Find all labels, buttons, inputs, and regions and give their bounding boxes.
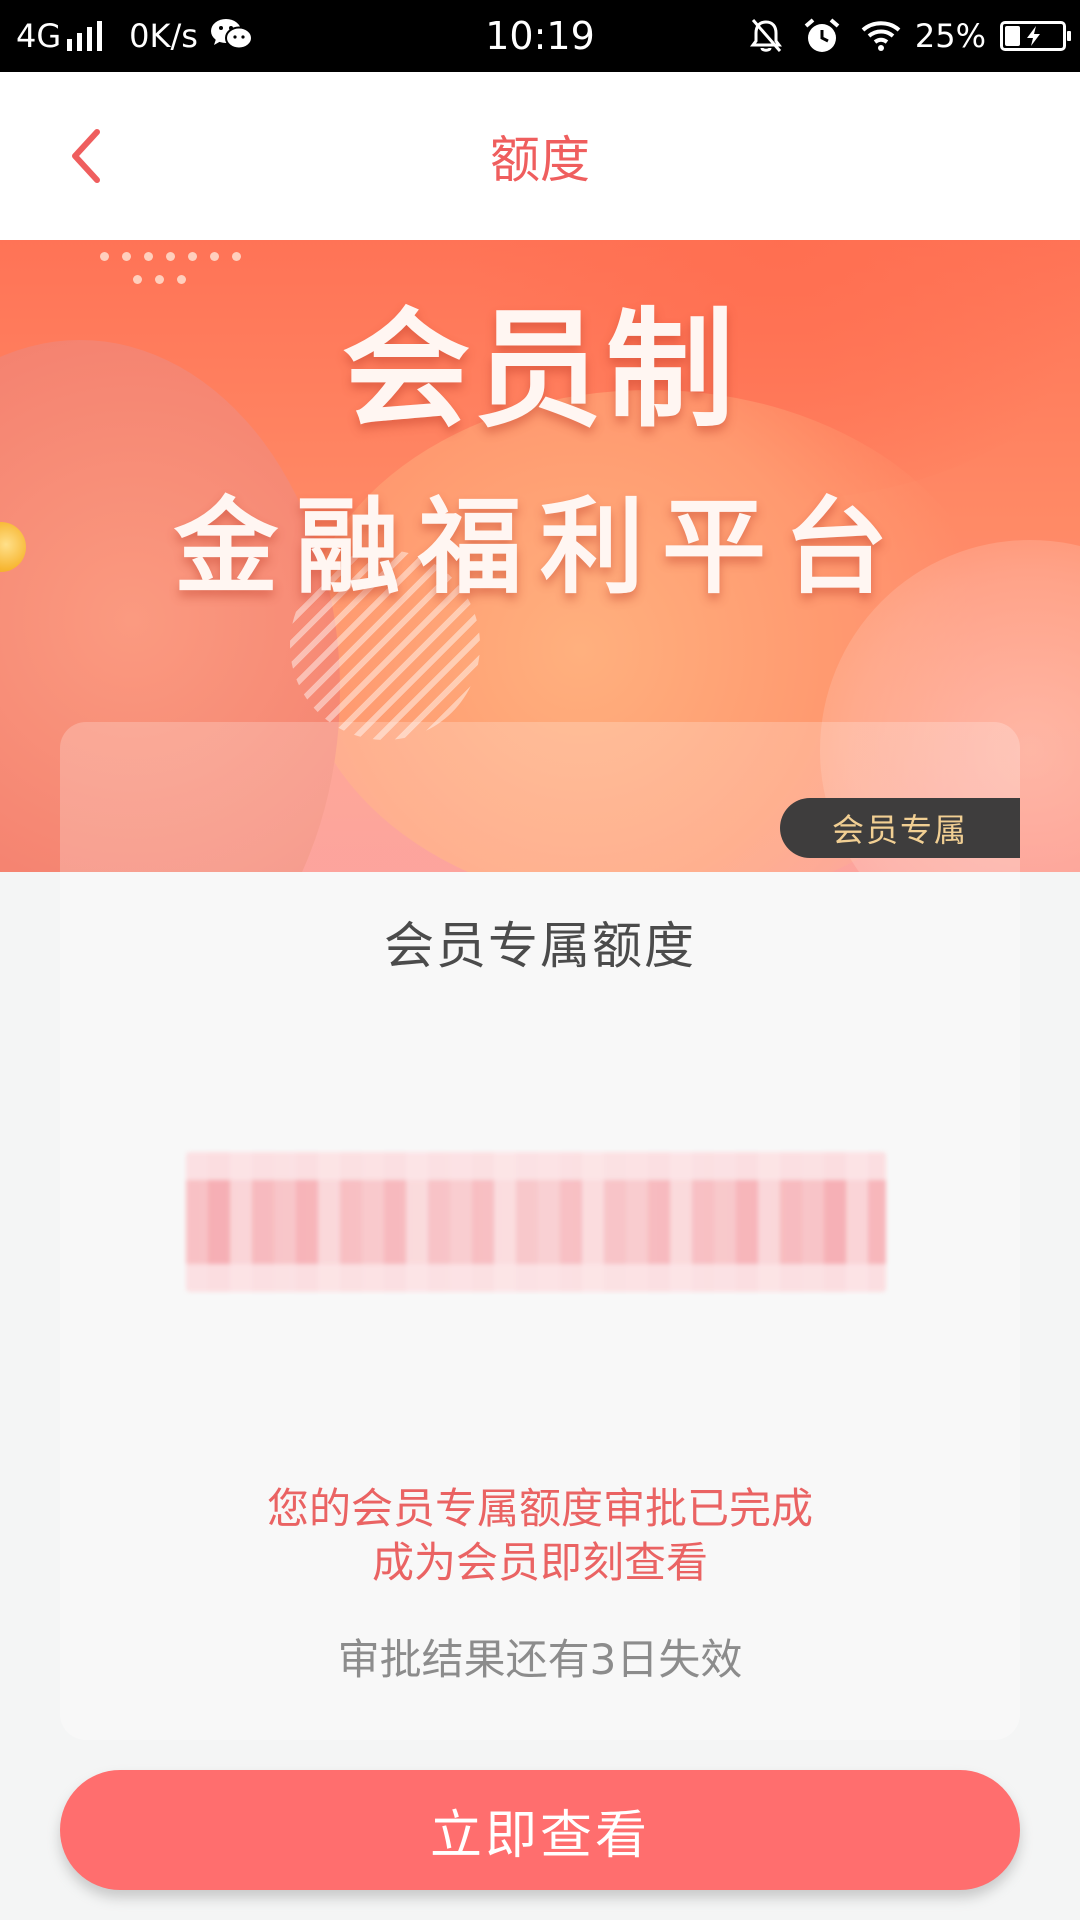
view-now-button[interactable]: 立即查看: [60, 1770, 1020, 1890]
network-speed: 0K/s: [129, 17, 198, 55]
banner-subtitle: 金融福利平台: [173, 486, 906, 608]
page-title: 额度: [490, 131, 590, 189]
approval-message: 您的会员专属额度审批已完成成为会员即刻查看: [266, 1484, 813, 1587]
battery-percent: 25%: [914, 17, 986, 55]
amount-obscured: [186, 1152, 886, 1292]
network-type: 4G: [16, 17, 62, 55]
back-button[interactable]: [50, 116, 120, 196]
expire-note: 审批结果还有3日失效: [337, 1635, 743, 1684]
card-title: 会员专属额度: [384, 917, 696, 975]
battery-fill: [1005, 26, 1020, 46]
member-badge: 会员专属: [780, 798, 1020, 858]
status-bar: 4G 0K/s 10:19 25%: [0, 0, 1080, 72]
status-right: 25%: [729, 0, 1071, 72]
chevron-left-icon: [72, 129, 100, 183]
alarm-icon: [803, 17, 841, 55]
signal-icon: [67, 21, 107, 51]
status-left: 4G 0K/s: [16, 0, 254, 72]
battery-icon: [1000, 21, 1071, 51]
mute-bell-icon: [749, 18, 783, 54]
wifi-icon: [861, 20, 901, 52]
nav-bar: 额度: [0, 72, 1080, 240]
banner-title: 会员制: [341, 296, 738, 445]
credit-card-panel: 会员专属 会员专属额度 您的会员专属额度审批已完成成为会员即刻查看 审批结果还有…: [60, 722, 1020, 1740]
wechat-icon: [210, 17, 254, 55]
